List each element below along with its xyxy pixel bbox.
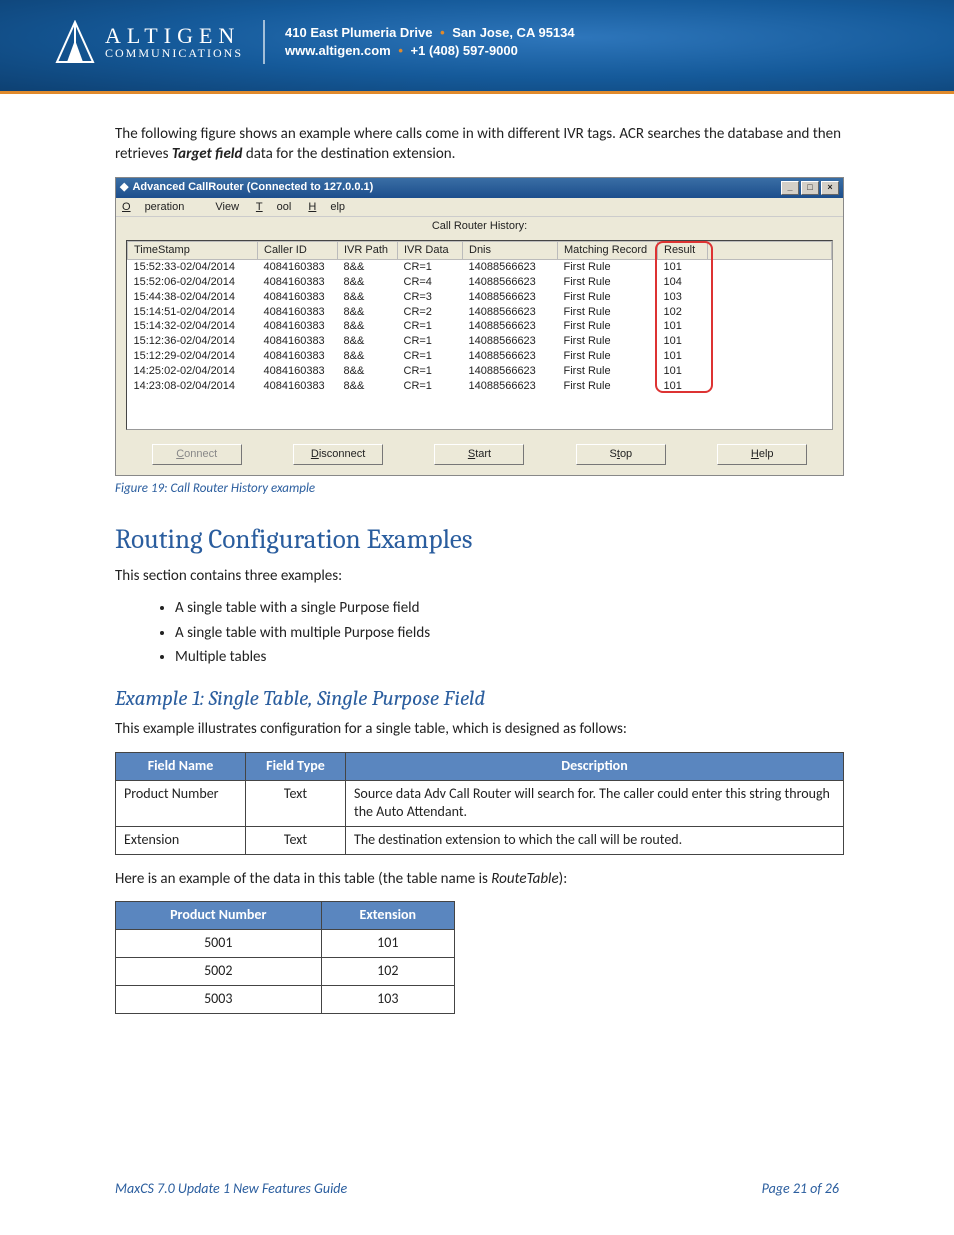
section-heading: Routing Configuration Examples <box>115 522 844 558</box>
logo-main: ALTIGEN <box>105 25 243 47</box>
table-row: 5001101 <box>116 930 455 958</box>
connect-button[interactable]: Connect <box>152 444 242 465</box>
table-row: Product Number Text Source data Adv Call… <box>116 780 844 827</box>
col-callerid[interactable]: Caller ID <box>258 242 338 260</box>
bullet-icon: • <box>394 43 407 58</box>
maximize-button[interactable]: □ <box>801 181 819 195</box>
header-divider <box>263 20 265 64</box>
logo-text: ALTIGEN COMMUNICATIONS <box>105 25 243 59</box>
intro-paragraph: The following figure shows an example wh… <box>115 124 844 165</box>
th-fieldname: Field Name <box>116 752 246 780</box>
history-label: Call Router History: <box>116 217 843 240</box>
menu-help[interactable]: Help <box>308 201 345 213</box>
menu-tool[interactable]: Tool <box>256 201 291 213</box>
list-item: A single table with multiple Purpose fie… <box>175 623 844 643</box>
footer-page: Page 21 of 26 <box>762 1180 839 1197</box>
list-item: Multiple tables <box>175 647 844 667</box>
history-row[interactable]: 14:23:08-02/04/201440841603838&&CR=11408… <box>128 379 832 394</box>
company-address: 410 East Plumeria Drive • San Jose, CA 9… <box>285 24 575 60</box>
table-row: Extension Text The destination extension… <box>116 827 844 855</box>
website: www.altigen.com <box>285 43 391 58</box>
col-ivrdata[interactable]: IVR Data <box>398 242 463 260</box>
list-item: A single table with a single Purpose fie… <box>175 598 844 618</box>
history-row[interactable]: 15:12:36-02/04/201440841603838&&CR=11408… <box>128 334 832 349</box>
history-row[interactable]: 15:14:51-02/04/201440841603838&&CR=21408… <box>128 305 832 320</box>
th-productnumber: Product Number <box>116 902 322 930</box>
th-fieldtype: Field Type <box>246 752 346 780</box>
col-timestamp[interactable]: TimeStamp <box>128 242 258 260</box>
call-router-window: ◆ Advanced CallRouter (Connected to 127.… <box>115 177 844 477</box>
field-definition-table: Field Name Field Type Description Produc… <box>115 752 844 856</box>
history-table: TimeStamp Caller ID IVR Path IVR Data Dn… <box>127 241 832 393</box>
history-row[interactable]: 15:52:06-02/04/201440841603838&&CR=41408… <box>128 275 832 290</box>
section-intro: This section contains three examples: <box>115 566 844 586</box>
logo-sub: COMMUNICATIONS <box>105 47 243 59</box>
disconnect-button[interactable]: Disconnect <box>293 444 383 465</box>
figure-caption: Figure 19: Call Router History example <box>115 480 844 498</box>
footer-title: MaxCS 7.0 Update 1 New Features Guide <box>115 1180 347 1197</box>
menu-operation[interactable]: Operation <box>122 201 198 213</box>
routetable-name: RouteTable <box>491 870 558 888</box>
history-row[interactable]: 15:44:38-02/04/201440841603838&&CR=31408… <box>128 290 832 305</box>
col-matching[interactable]: Matching Record <box>558 242 658 260</box>
menu-view[interactable]: View <box>215 201 239 213</box>
logo: ALTIGEN COMMUNICATIONS <box>55 20 243 64</box>
examples-list: A single table with a single Purpose fie… <box>115 598 844 667</box>
page-content: The following figure shows an example wh… <box>0 94 954 1048</box>
history-header-row: TimeStamp Caller ID IVR Path IVR Data Dn… <box>128 242 832 260</box>
col-ivrpath[interactable]: IVR Path <box>338 242 398 260</box>
close-button[interactable]: × <box>821 181 839 195</box>
routetable-data: Product Number Extension 500110150021025… <box>115 901 455 1014</box>
window-titlebar: ◆ Advanced CallRouter (Connected to 127.… <box>116 178 843 198</box>
history-row[interactable]: 15:14:32-02/04/201440841603838&&CR=11408… <box>128 319 832 334</box>
app-icon: ◆ <box>120 180 128 195</box>
history-row[interactable]: 15:52:33-02/04/201440841603838&&CR=11408… <box>128 260 832 275</box>
col-result[interactable]: Result <box>658 242 708 260</box>
minimize-button[interactable]: _ <box>781 181 799 195</box>
example1-intro: This example illustrates configuration f… <box>115 719 844 739</box>
start-button[interactable]: Start <box>434 444 524 465</box>
bullet-icon: • <box>436 25 449 40</box>
phone: +1 (408) 597-9000 <box>411 43 518 58</box>
altigen-logo-icon <box>55 20 95 64</box>
th-extension: Extension <box>321 902 454 930</box>
col-dnis[interactable]: Dnis <box>463 242 558 260</box>
page-footer: MaxCS 7.0 Update 1 New Features Guide Pa… <box>0 1168 954 1217</box>
address-street: 410 East Plumeria Drive <box>285 25 432 40</box>
stop-button[interactable]: Stop <box>576 444 666 465</box>
history-row[interactable]: 14:25:02-02/04/201440841603838&&CR=11408… <box>128 364 832 379</box>
history-row[interactable]: 15:12:29-02/04/201440841603838&&CR=11408… <box>128 349 832 364</box>
window-button-row: Connect Disconnect Start Stop Help <box>116 438 843 475</box>
history-list: TimeStamp Caller ID IVR Path IVR Data Dn… <box>126 240 833 430</box>
address-city: San Jose, CA 95134 <box>452 25 574 40</box>
menubar: Operation View Tool Help <box>116 198 843 218</box>
th-description: Description <box>346 752 844 780</box>
table-row: 5003103 <box>116 986 455 1014</box>
help-button[interactable]: Help <box>717 444 807 465</box>
window-title: Advanced CallRouter (Connected to 127.0.… <box>132 180 779 195</box>
table-row: 5002102 <box>116 958 455 986</box>
page-header: ALTIGEN COMMUNICATIONS 410 East Plumeria… <box>0 0 954 94</box>
routetable-intro: Here is an example of the data in this t… <box>115 869 844 889</box>
target-field-em: Target field <box>172 145 243 163</box>
example1-heading: Example 1: Single Table, Single Purpose … <box>115 685 844 713</box>
